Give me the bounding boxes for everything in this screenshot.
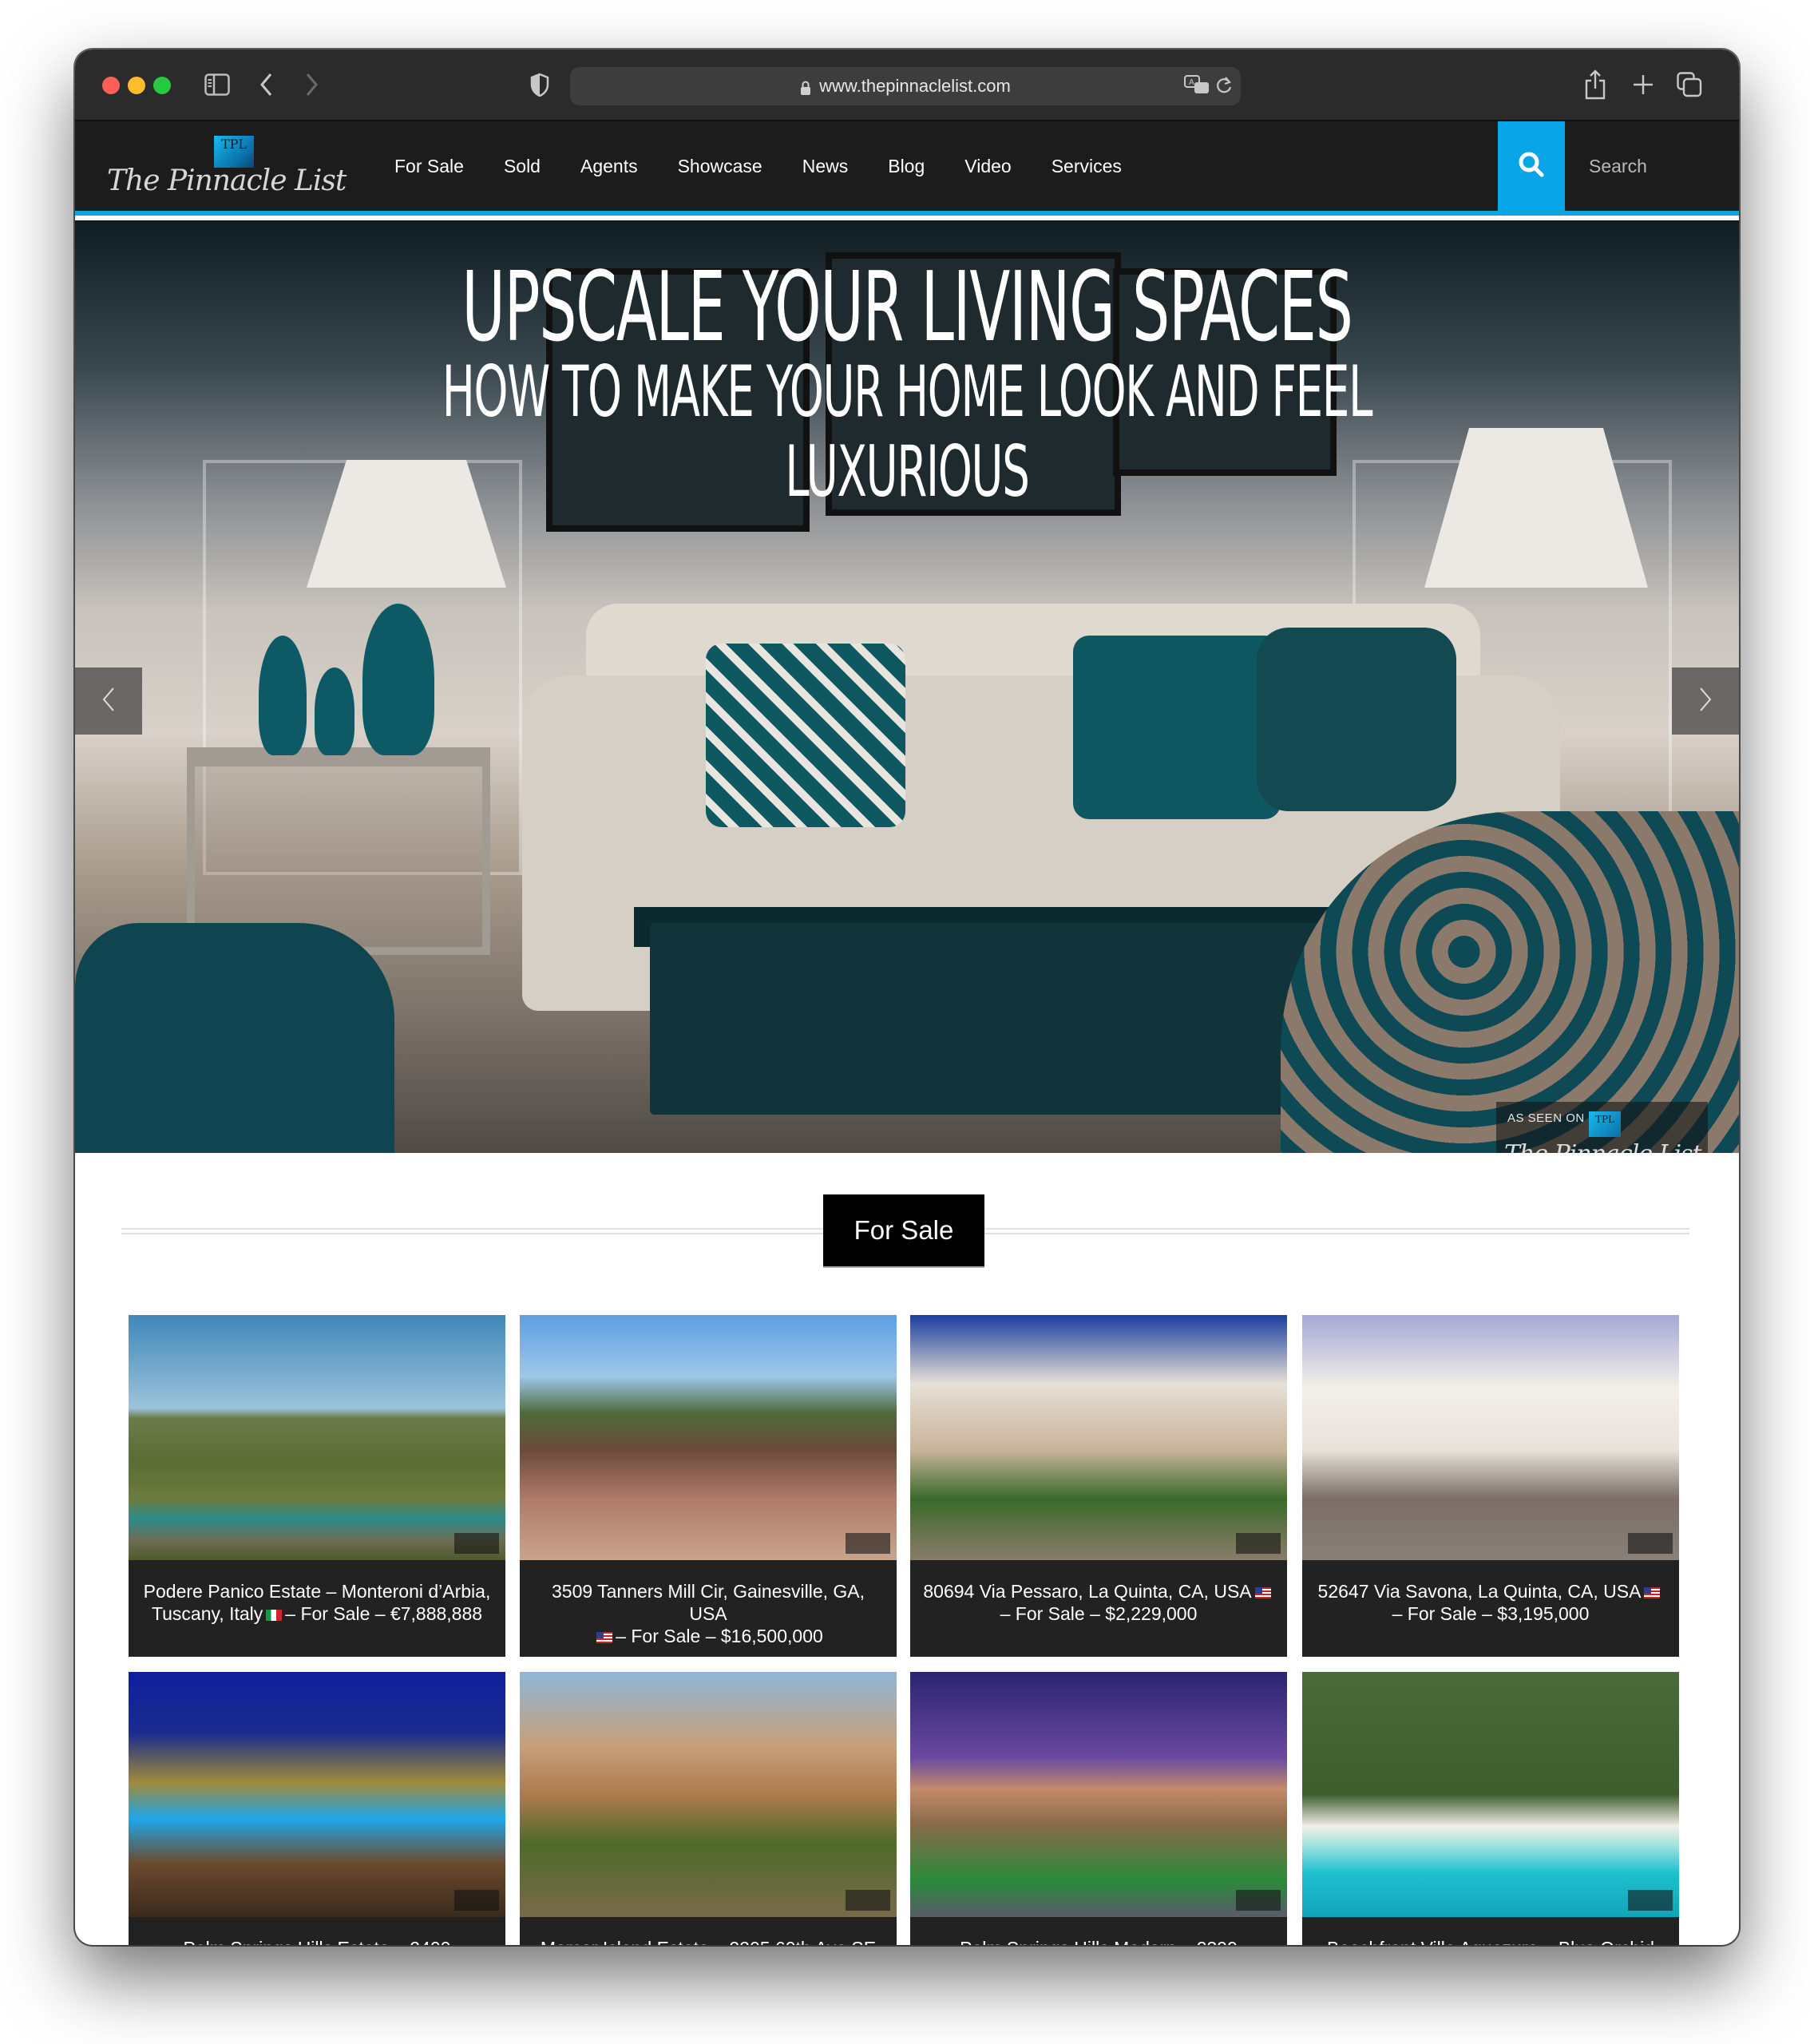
share-icon[interactable] (1582, 69, 1608, 101)
nav-item-services[interactable]: Services (1052, 156, 1122, 177)
pillow (1073, 636, 1281, 819)
logo-badge: TPL (214, 136, 254, 168)
listing-photo (129, 1672, 505, 1917)
photo-watermark (846, 1890, 890, 1911)
chevron-left-icon (99, 683, 118, 719)
minimize-window-button[interactable] (128, 77, 145, 94)
section-heading-for-sale: For Sale (823, 1194, 984, 1268)
photo-watermark (1628, 1533, 1673, 1554)
watermark-badge: TPL (1589, 1111, 1621, 1137)
url-text: www.thepinnaclelist.com (819, 76, 1011, 96)
vase (259, 636, 307, 755)
vase (362, 604, 434, 755)
nav-item-agents[interactable]: Agents (580, 156, 638, 177)
svg-text:A: A (1189, 78, 1194, 87)
listing-card[interactable]: Podere Panico Estate – Monteroni d’Arbia… (129, 1315, 505, 1657)
ottoman (75, 923, 394, 1153)
nav-item-news[interactable]: News (802, 156, 849, 177)
listing-photo (520, 1315, 897, 1560)
listing-title: Palm Springs Hills Modern – 2399 (921, 1937, 1276, 1945)
back-icon[interactable] (257, 70, 276, 99)
sidebar-icon[interactable] (204, 72, 230, 97)
listing-title: 3509 Tanners Mill Cir, Gainesville, GA, … (551, 1581, 865, 1646)
site-header: TPL The Pinnacle List For Sale Sold Agen… (75, 121, 1739, 216)
lamp-shade (1424, 428, 1648, 588)
watermark-text: The Pinnacle List (1504, 1140, 1702, 1153)
listing-card[interactable]: Mercer Island Estate – 2205 60th Ave SE (520, 1672, 897, 1945)
address-bar[interactable]: www.thepinnaclelist.com (570, 67, 1241, 105)
listing-title: Palm Springs Hills Estate – 2400 (140, 1937, 494, 1945)
nav-item-for-sale[interactable]: For Sale (394, 156, 464, 177)
as-seen-on-watermark: AS SEEN ON TPL The Pinnacle List (1496, 1102, 1708, 1153)
photo-watermark (454, 1890, 499, 1911)
watermark-label: AS SEEN ON (1507, 1111, 1585, 1125)
pillow (1257, 628, 1456, 811)
main-nav: For Sale Sold Agents Showcase News Blog … (394, 121, 1162, 211)
logo-text: The Pinnacle List (107, 164, 347, 197)
privacy-shield-icon[interactable] (529, 70, 551, 99)
search-button[interactable] (1498, 121, 1565, 211)
translate-icon[interactable]: A (1183, 73, 1210, 97)
zoom-window-button[interactable] (153, 77, 171, 94)
listing-photo (129, 1315, 505, 1560)
photo-watermark (1628, 1890, 1673, 1911)
listing-card[interactable]: 52647 Via Savona, La Quinta, CA, USA – F… (1302, 1315, 1679, 1657)
listing-title: 80694 Via Pessaro, La Quinta, CA, USA – … (921, 1580, 1276, 1625)
photo-watermark (454, 1533, 499, 1554)
coffee-table (650, 923, 1329, 1115)
usa-flag-icon (596, 1632, 613, 1643)
italy-flag-icon (266, 1610, 283, 1621)
vase (315, 667, 354, 755)
listing-photo (910, 1672, 1287, 1917)
listing-card[interactable]: Palm Springs Hills Modern – 2399 (910, 1672, 1287, 1945)
listing-photo (1302, 1315, 1679, 1560)
hero-title: UPSCALE YOUR LIVING SPACES (461, 252, 1353, 363)
browser-window: www.thepinnaclelist.com A TPL The Pinnac… (75, 50, 1739, 1945)
photo-watermark (1236, 1890, 1281, 1911)
forward-icon[interactable] (302, 70, 321, 99)
pillow (706, 644, 905, 827)
hero-slider: UPSCALE YOUR LIVING SPACES HOW TO MAKE Y… (75, 220, 1739, 1153)
listing-title: Mercer Island Estate – 2205 60th Ave SE (531, 1937, 885, 1945)
reload-icon[interactable] (1212, 73, 1236, 97)
listing-title: Beachfront Villa Aquazure – Blue Orchid (1313, 1937, 1668, 1945)
listing-photo (910, 1315, 1287, 1560)
tab-overview-icon[interactable] (1675, 70, 1704, 99)
listing-title: 52647 Via Savona, La Quinta, CA, USA – F… (1313, 1580, 1668, 1625)
hero-subtitle: HOW TO MAKE YOUR HOME LOOK AND FEEL LUXU… (442, 351, 1373, 513)
carousel-prev-button[interactable] (75, 667, 142, 735)
chevron-right-icon (1696, 683, 1715, 719)
search-icon (1517, 150, 1546, 183)
usa-flag-icon (1644, 1587, 1661, 1598)
listing-card[interactable]: Palm Springs Hills Estate – 2400 (129, 1672, 505, 1945)
listing-card[interactable]: 80694 Via Pessaro, La Quinta, CA, USA – … (910, 1315, 1287, 1657)
nav-item-video[interactable]: Video (964, 156, 1011, 177)
usa-flag-icon (1254, 1587, 1271, 1598)
site-logo[interactable]: TPL The Pinnacle List (107, 133, 347, 204)
browser-toolbar: www.thepinnaclelist.com A (75, 50, 1739, 121)
photo-watermark (1236, 1533, 1281, 1554)
listing-card[interactable]: Beachfront Villa Aquazure – Blue Orchid (1302, 1672, 1679, 1945)
search-input[interactable] (1565, 121, 1733, 211)
photo-watermark (846, 1533, 890, 1554)
new-tab-icon[interactable] (1629, 69, 1658, 101)
listing-title: Podere Panico Estate – Monteroni d’Arbia… (143, 1581, 491, 1624)
listing-photo (1302, 1672, 1679, 1917)
lock-icon (800, 79, 811, 95)
carousel-next-button[interactable] (1672, 667, 1739, 735)
listing-card[interactable]: 3509 Tanners Mill Cir, Gainesville, GA, … (520, 1315, 897, 1657)
nav-item-showcase[interactable]: Showcase (678, 156, 762, 177)
nav-item-sold[interactable]: Sold (504, 156, 541, 177)
listing-photo (520, 1672, 897, 1917)
close-window-button[interactable] (102, 77, 120, 94)
nav-item-blog[interactable]: Blog (888, 156, 925, 177)
